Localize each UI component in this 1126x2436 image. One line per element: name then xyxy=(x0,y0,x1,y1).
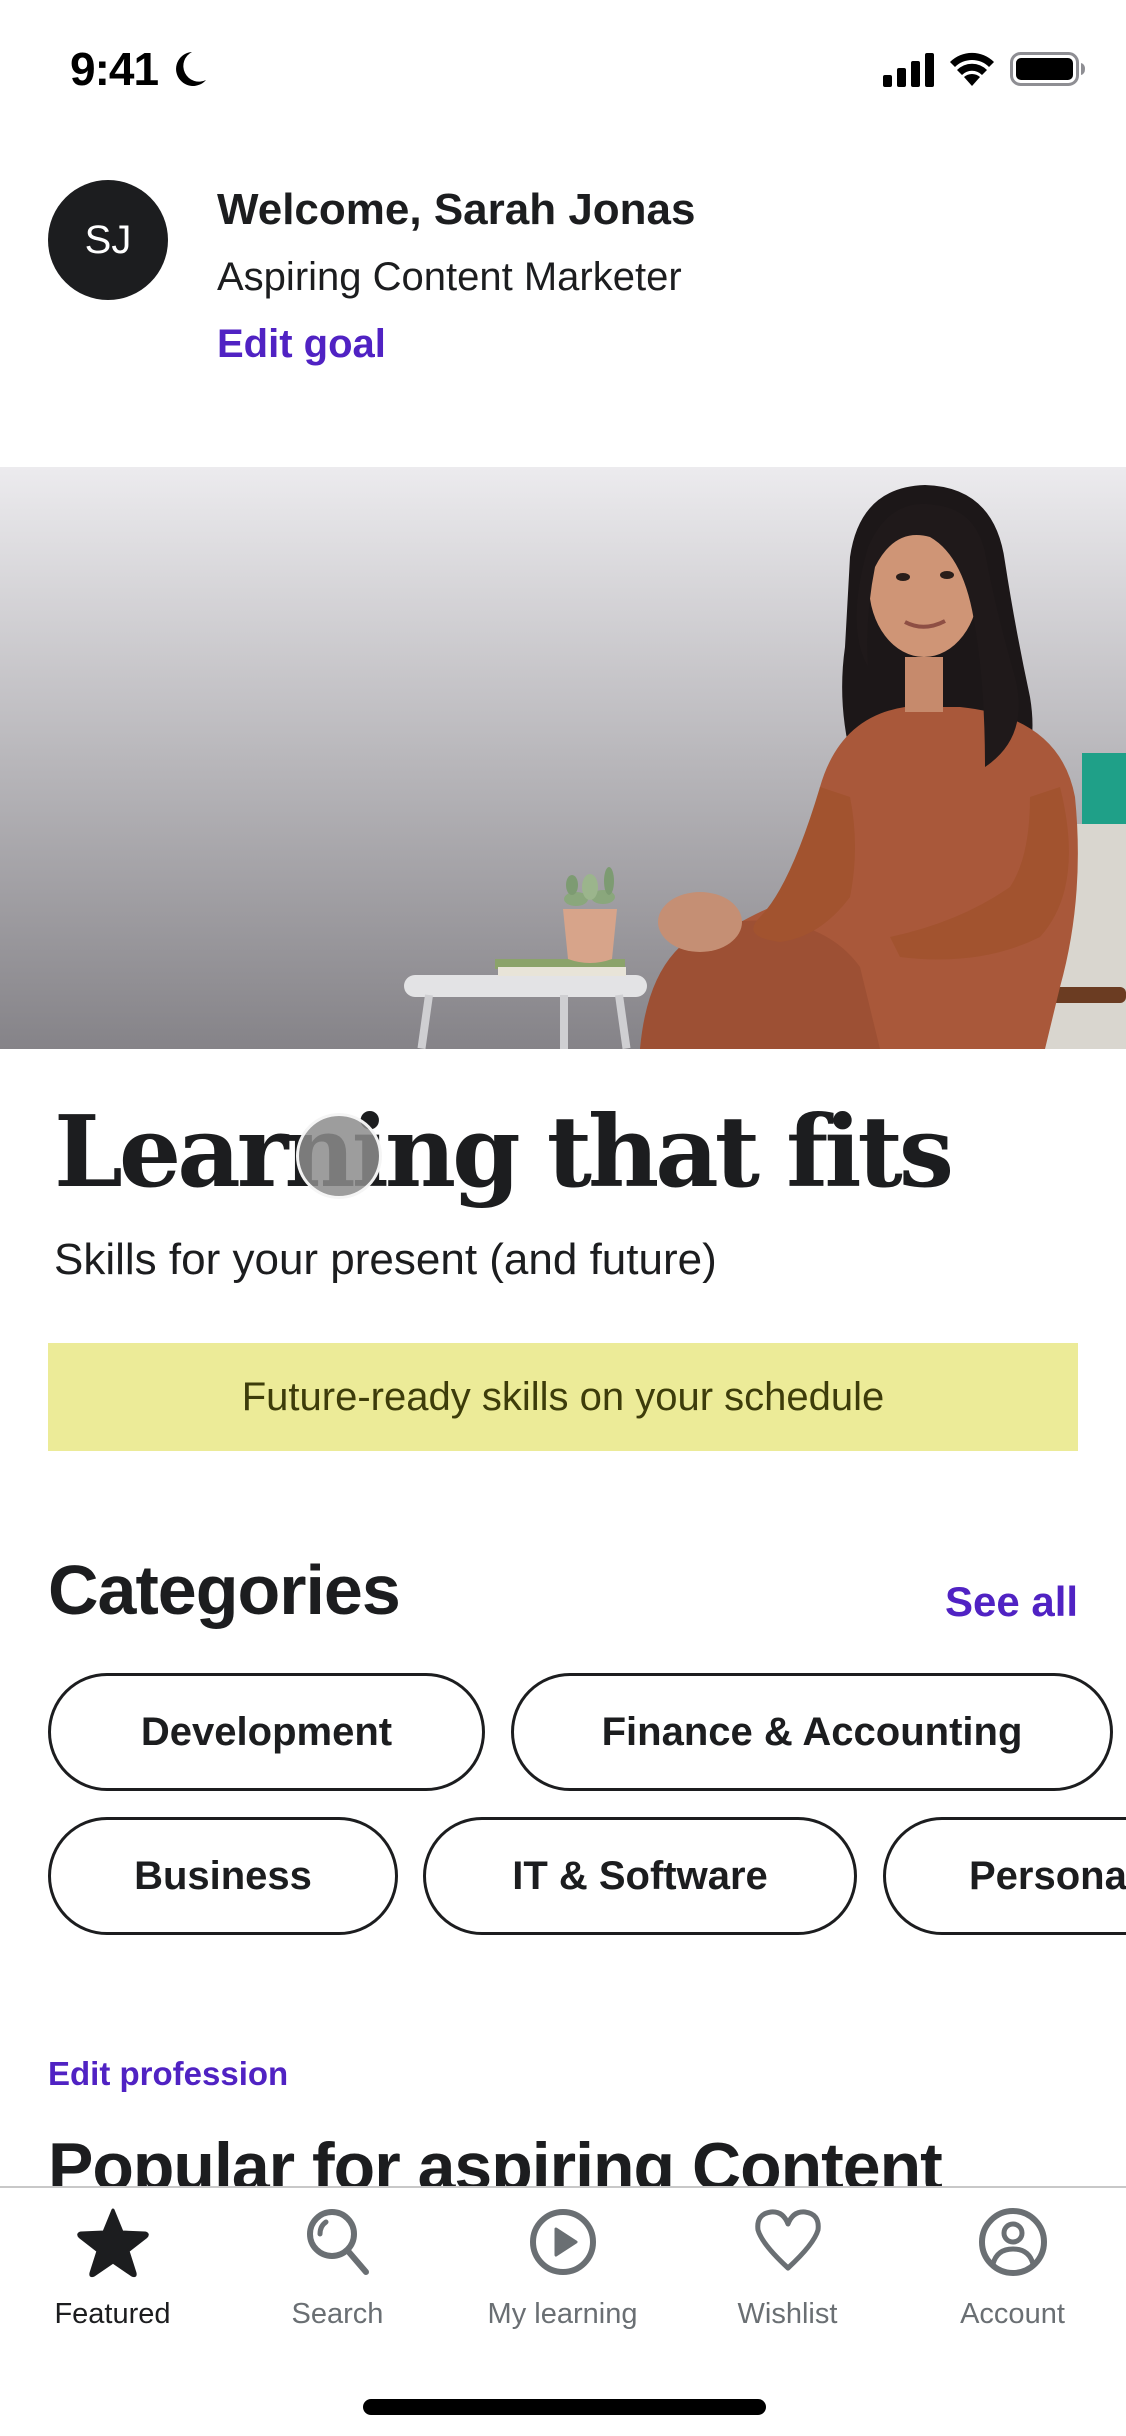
category-pill-it-software[interactable]: IT & Software xyxy=(423,1817,857,1935)
category-label: Personal Development xyxy=(969,1853,1126,1898)
tab-label: My learning xyxy=(487,2298,638,2330)
tab-search[interactable]: Search xyxy=(225,2206,450,2336)
category-pill-personal-development[interactable]: Personal Development xyxy=(883,1817,1126,1935)
signal-icon xyxy=(883,53,934,87)
edit-goal-link[interactable]: Edit goal xyxy=(217,322,386,367)
category-pill-development[interactable]: Development xyxy=(48,1673,485,1791)
avatar-initials: SJ xyxy=(84,217,132,262)
star-icon xyxy=(76,2208,149,2278)
category-pill-business[interactable]: Business xyxy=(48,1817,398,1935)
search-icon xyxy=(306,2209,369,2275)
tab-label: Wishlist xyxy=(737,2298,838,2330)
goal-subtitle: Aspiring Content Marketer xyxy=(217,255,682,299)
wifi-icon xyxy=(950,52,994,86)
hero-illustration xyxy=(404,485,1126,1049)
tab-my-learning[interactable]: My learning xyxy=(450,2206,675,2336)
category-label: IT & Software xyxy=(512,1853,768,1898)
touch-indicator xyxy=(296,1113,382,1199)
edit-profession-link[interactable]: Edit profession xyxy=(48,2055,288,2093)
category-label: Finance & Accounting xyxy=(601,1709,1023,1754)
tab-label: Account xyxy=(960,2298,1065,2330)
categories-title: Categories xyxy=(48,1551,401,1629)
welcome-title: Welcome, Sarah Jonas xyxy=(217,185,696,234)
hero-headline: Learning that fits xyxy=(54,1095,954,1210)
status-time: 9:41 xyxy=(70,43,159,95)
chair-back-teal xyxy=(1082,753,1126,825)
play-circle-icon xyxy=(529,2209,596,2275)
see-all-link[interactable]: See all xyxy=(945,1578,1078,1626)
hero-image xyxy=(0,467,1126,1049)
bottom-nav: Featured Search My learning Wishlist Acc… xyxy=(0,2186,1126,2436)
moon-icon xyxy=(176,52,206,86)
category-pill-finance[interactable]: Finance & Accounting xyxy=(511,1673,1113,1791)
account-icon xyxy=(978,2208,1047,2276)
status-bar: 9:41 xyxy=(0,0,1126,140)
plant xyxy=(563,867,617,963)
heart-icon xyxy=(754,2209,821,2271)
schedule-banner: Future-ready skills on your schedule xyxy=(48,1343,1078,1451)
battery-icon xyxy=(1010,52,1085,86)
side-table xyxy=(404,959,647,1049)
tab-wishlist[interactable]: Wishlist xyxy=(675,2206,900,2336)
avatar[interactable]: SJ xyxy=(48,180,168,300)
hero-subheadline: Skills for your present (and future) xyxy=(54,1235,717,1284)
category-label: Business xyxy=(134,1853,312,1898)
banner-text: Future-ready skills on your schedule xyxy=(241,1374,885,1419)
tab-featured[interactable]: Featured xyxy=(0,2206,225,2336)
tab-label: Search xyxy=(291,2298,384,2330)
tab-label: Featured xyxy=(54,2298,171,2330)
home-indicator[interactable] xyxy=(363,2399,766,2415)
category-label: Development xyxy=(140,1709,393,1754)
tab-account[interactable]: Account xyxy=(900,2206,1125,2336)
person xyxy=(640,485,1078,1049)
